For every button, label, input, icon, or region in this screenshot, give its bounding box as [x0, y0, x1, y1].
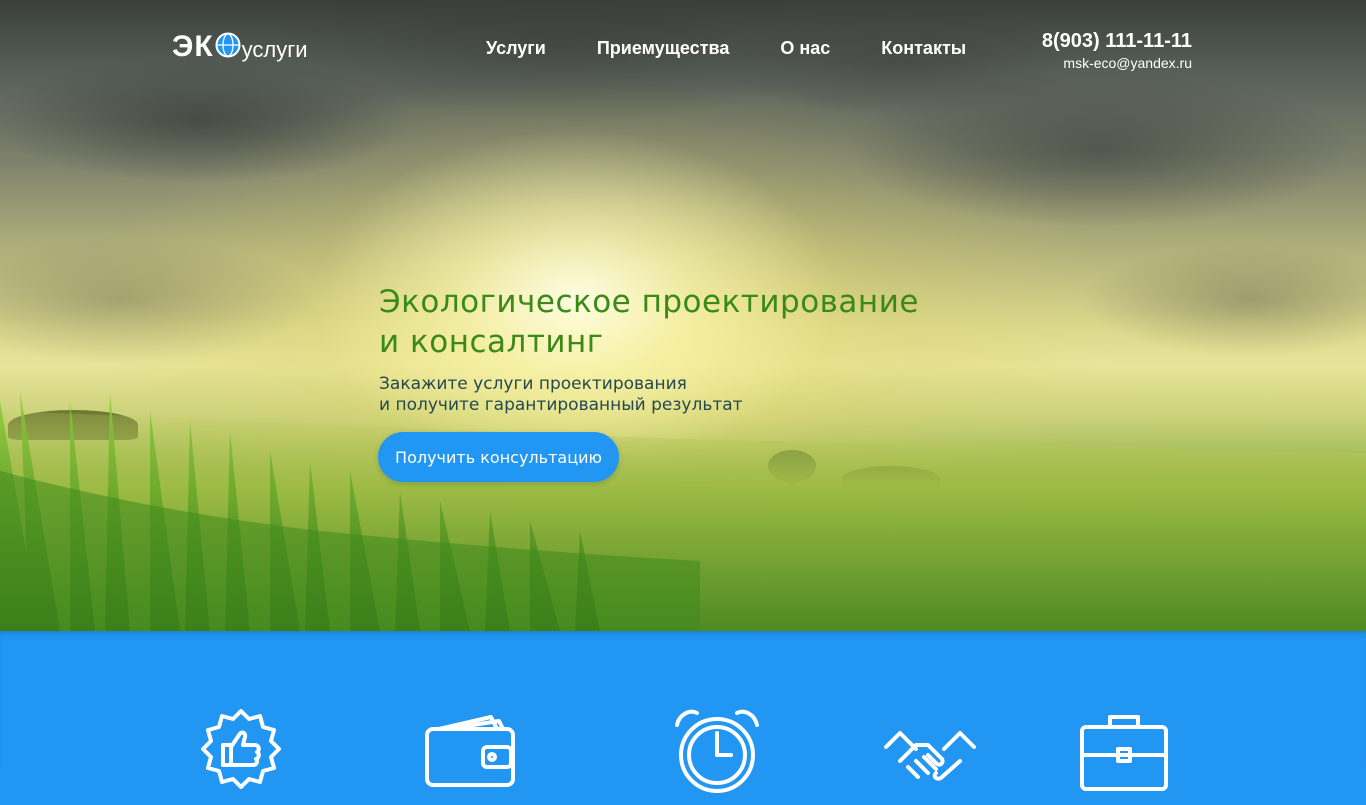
site-logo[interactable]: ЭК услуги — [172, 30, 308, 64]
features-section — [0, 631, 1366, 793]
globe-icon — [215, 32, 241, 62]
hero-text: Экологическое проектирование и консалтин… — [379, 282, 919, 416]
hero-subline-line-2: и получите гарантированный результат — [379, 395, 743, 415]
hero-headline-line-1: Экологическое проектирование — [379, 284, 919, 320]
nav-item-services[interactable]: Услуги — [486, 38, 546, 59]
logo-subtext: услуги — [241, 37, 308, 62]
phone-number[interactable]: 8(903) 111-11-11 — [1042, 30, 1192, 53]
hero-headline-line-2: и консалтинг — [379, 324, 604, 360]
grass-field — [0, 391, 1366, 631]
alarm-clock-icon — [669, 705, 765, 793]
hero-headline: Экологическое проектирование и консалтин… — [379, 282, 919, 362]
get-consultation-button[interactable]: Получить консультацию — [378, 432, 619, 482]
wallet-icon — [421, 705, 517, 787]
hero-subline-line-1: Закажите услуги проектирования — [379, 374, 687, 394]
nav-item-advantages[interactable]: Приемущества — [597, 38, 730, 59]
hero-section: ЭК услуги Услуги Приемущества О нас Конт… — [0, 0, 1366, 631]
top-bar: ЭК услуги Услуги Приемущества О нас Конт… — [0, 0, 1366, 100]
hero-subline: Закажите услуги проектирования и получит… — [379, 374, 919, 416]
email-address[interactable]: msk-eco@yandex.ru — [1042, 55, 1192, 71]
briefcase-icon — [1076, 705, 1172, 791]
handshake-icon — [882, 705, 978, 781]
logo-text: ЭК — [172, 30, 214, 63]
header-contact: 8(903) 111-11-11 msk-eco@yandex.ru — [1042, 30, 1192, 71]
badge-thumbs-up-icon — [193, 705, 289, 789]
nav-item-about[interactable]: О нас — [780, 38, 830, 59]
nav-item-contacts[interactable]: Контакты — [881, 38, 966, 59]
main-nav: Услуги Приемущества О нас Контакты — [486, 38, 1017, 59]
